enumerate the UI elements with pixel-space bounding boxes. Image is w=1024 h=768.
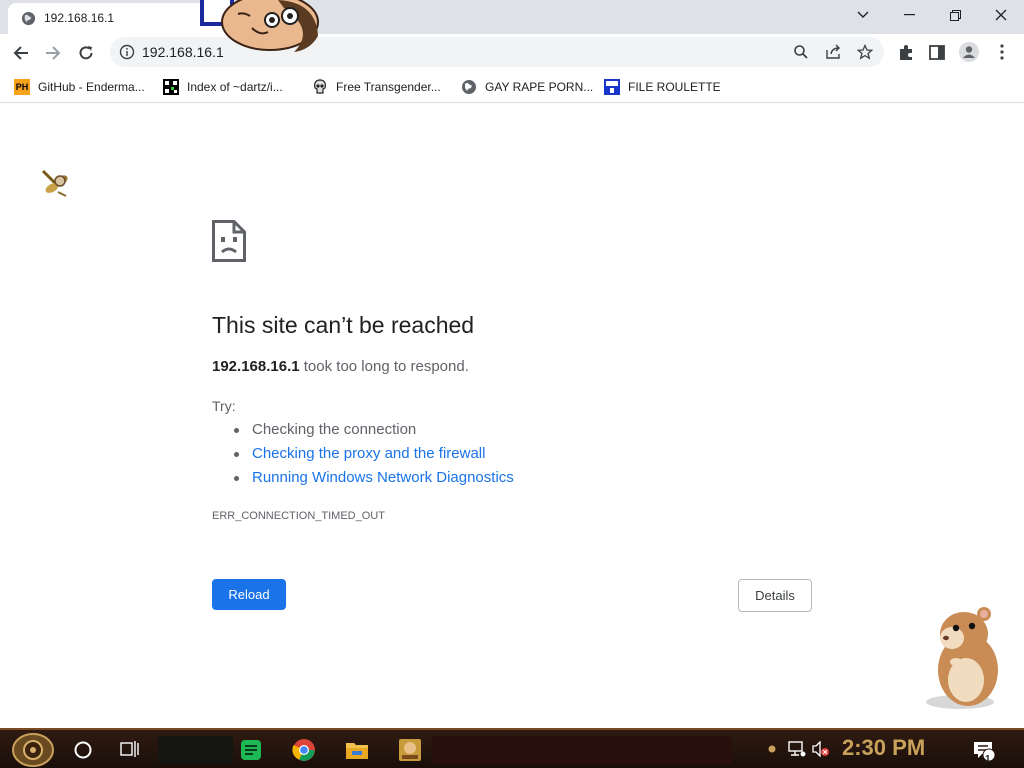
minimize-icon — [903, 14, 915, 16]
error-code: ERR_CONNECTION_TIMED_OUT — [212, 510, 385, 522]
globe-icon — [21, 11, 36, 26]
taskbar-panel — [432, 736, 732, 764]
bookmark-item[interactable]: Free Transgender... — [312, 77, 441, 97]
globe-icon — [462, 80, 476, 94]
refresh-icon — [79, 46, 93, 60]
bug-sticker — [41, 169, 68, 197]
avatar-icon — [959, 42, 979, 62]
bookmark-label: GitHub - Enderma... — [38, 80, 145, 94]
error-description: 192.168.16.1 took too long to respond. — [212, 358, 469, 375]
taskbar-app-game[interactable] — [396, 736, 424, 764]
bookmark-label: GAY RAPE PORN... — [485, 80, 594, 94]
side-panel-button[interactable] — [926, 41, 948, 63]
extensions-button[interactable] — [895, 41, 917, 63]
cartoon-face-sticker — [200, 0, 319, 52]
game-app-icon — [399, 739, 421, 761]
bookmark-label: FILE ROULETTE — [628, 80, 721, 94]
details-button[interactable]: Details — [738, 579, 812, 612]
browser-toolbar: 192.168.16.1 — [0, 34, 1024, 71]
suggestion-check-proxy-link[interactable]: Checking the proxy and the firewall — [232, 444, 514, 468]
start-button[interactable] — [12, 733, 54, 767]
tab-search-button[interactable] — [840, 0, 886, 30]
forward-button[interactable] — [38, 38, 68, 68]
bookmark-star-icon[interactable] — [857, 44, 873, 60]
folder-icon — [346, 743, 368, 759]
bookmark-item[interactable]: GAY RAPE PORN... — [461, 77, 593, 97]
search-icon[interactable] — [793, 44, 809, 60]
chevron-down-icon — [857, 11, 869, 18]
ph-badge-icon: PH — [14, 79, 30, 95]
tab-title: 192.168.16.1 — [44, 11, 115, 25]
minimize-button[interactable] — [886, 0, 932, 30]
bookmark-item[interactable]: FILE ROULETTE — [604, 77, 721, 97]
try-label: Try: — [212, 398, 236, 414]
puzzle-icon — [899, 44, 912, 60]
side-panel-icon — [929, 44, 945, 60]
more-vert-icon — [1000, 44, 1004, 60]
skull-icon — [314, 79, 326, 94]
taskbar-app-file-explorer[interactable] — [343, 736, 371, 764]
taskbar-app-chrome[interactable] — [290, 736, 318, 764]
error-title: This site can’t be reached — [212, 312, 475, 338]
qr-icon — [163, 79, 179, 95]
chevron-up-icon[interactable] — [768, 745, 776, 753]
bookmark-label: Free Transgender... — [336, 80, 441, 94]
tab-strip: 192.168.16.1 — [0, 0, 1024, 52]
bookmarks-bar: PH GitHub - Enderma... Index of ~dartz/i… — [0, 71, 1024, 103]
info-icon[interactable] — [119, 44, 135, 60]
profile-button[interactable] — [958, 41, 980, 63]
suggestion-check-connection: Checking the connection — [232, 420, 514, 444]
error-host: 192.168.16.1 — [212, 358, 300, 375]
error-page: This site can’t be reached 192.168.16.1 … — [0, 104, 1024, 728]
notification-center-icon[interactable] — [972, 740, 996, 762]
network-icon[interactable] — [788, 741, 806, 757]
chrome-icon — [292, 739, 315, 761]
share-icon[interactable] — [825, 44, 842, 60]
taskbar-app-notes[interactable] — [237, 736, 265, 764]
bookmark-label: Index of ~dartz/i... — [187, 80, 283, 94]
suggestion-network-diagnostics-link[interactable]: Running Windows Network Diagnostics — [232, 468, 514, 492]
windows-taskbar: 2:30 PM 1 — [0, 728, 1024, 768]
close-window-button[interactable] — [978, 0, 1024, 30]
restore-icon — [949, 9, 961, 21]
bookmark-item[interactable]: Index of ~dartz/i... — [163, 77, 283, 97]
hamster-sticker — [926, 607, 998, 709]
task-view-icon[interactable] — [120, 739, 140, 759]
mf-badge-icon — [604, 79, 620, 95]
back-button[interactable] — [6, 38, 36, 68]
notes-app-icon — [241, 740, 261, 760]
taskbar-clock[interactable]: 2:30 PM — [842, 735, 925, 761]
cortana-icon[interactable] — [72, 739, 94, 761]
taskbar-panel — [158, 736, 233, 764]
reload-toolbar-button[interactable] — [71, 38, 101, 68]
arrow-left-icon — [13, 46, 28, 60]
suggestions-list: Checking the connection Checking the pro… — [232, 420, 514, 492]
close-icon — [995, 9, 1007, 21]
error-description-text: took too long to respond. — [299, 358, 469, 375]
reload-button[interactable]: Reload — [212, 579, 286, 610]
volume-muted-icon[interactable] — [812, 741, 830, 757]
notification-badge-count: 1 — [985, 754, 991, 765]
chrome-menu-button[interactable] — [991, 41, 1013, 63]
bookmark-item[interactable]: PH GitHub - Enderma... — [14, 77, 145, 97]
sad-page-icon — [212, 220, 246, 262]
restore-button[interactable] — [932, 0, 978, 30]
arrow-right-icon — [46, 46, 61, 60]
